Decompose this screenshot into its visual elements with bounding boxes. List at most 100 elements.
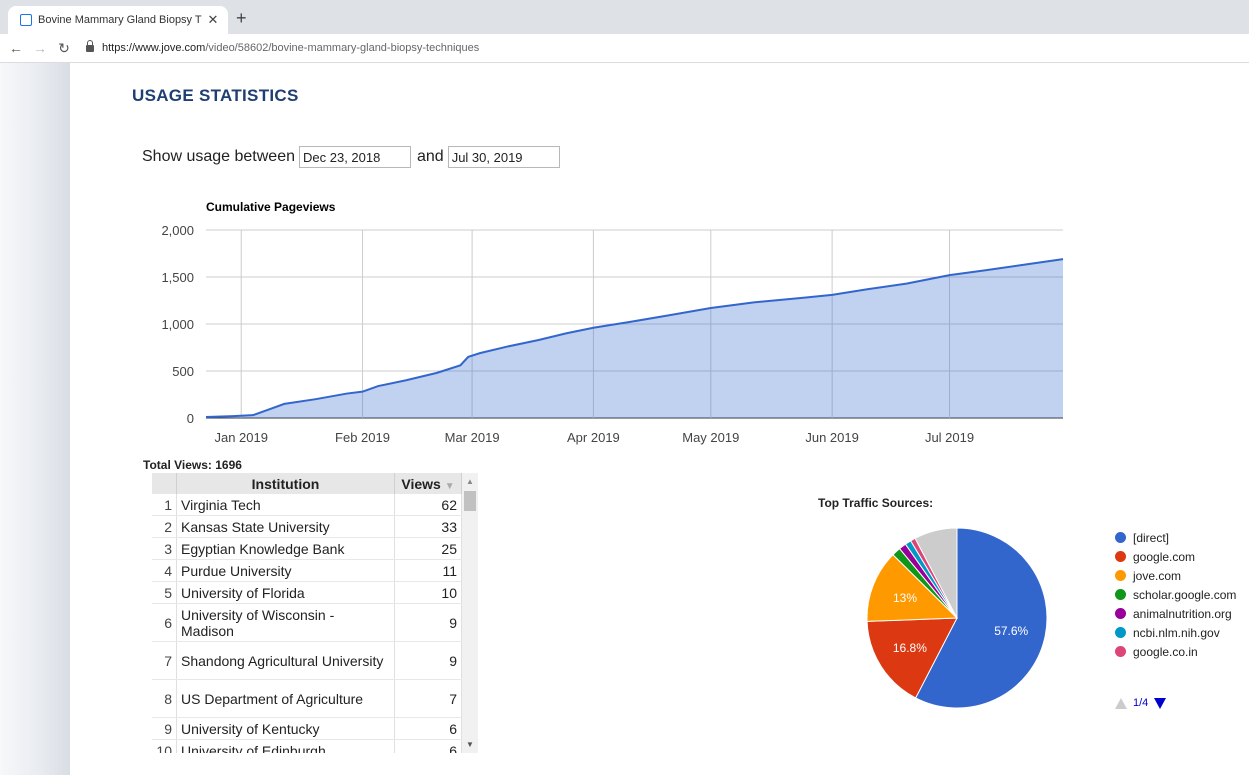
table-row[interactable]: 6 University of Wisconsin - Madison 9 (152, 603, 462, 642)
row-views: 9 (394, 603, 462, 642)
browser-tab[interactable]: Bovine Mammary Gland Biopsy T ✕ (8, 6, 228, 34)
url-host: https://www.jove.com (102, 42, 206, 54)
legend-label: google.com (1133, 549, 1196, 564)
row-institution: University of Florida (176, 581, 395, 604)
back-arrow-icon[interactable]: ← (8, 40, 24, 56)
x-tick-label: Apr 2019 (567, 430, 620, 445)
row-institution: Purdue University (176, 559, 395, 582)
row-rank: 6 (152, 603, 177, 642)
row-rank: 2 (152, 515, 177, 538)
left-gutter (0, 63, 70, 775)
row-institution: University of Kentucky (176, 717, 395, 740)
row-institution: Kansas State University (176, 515, 395, 538)
table-row[interactable]: 8 US Department of Agriculture 7 (152, 679, 462, 718)
legend-label: jove.com (1133, 568, 1182, 583)
browser-tab-bar: Bovine Mammary Gland Biopsy T ✕ + (0, 0, 1249, 34)
x-tick-label: Mar 2019 (445, 430, 500, 445)
scroll-down-icon[interactable]: ▼ (466, 740, 474, 749)
pie-slice-label: 57.6% (994, 624, 1028, 638)
lock-icon (86, 39, 94, 52)
legend-page-text: 1/4 (1133, 697, 1149, 709)
legend-label: scholar.google.com (1133, 587, 1237, 602)
legend-item[interactable]: [direct] (1115, 528, 1236, 547)
row-rank: 5 (152, 581, 177, 604)
table-row[interactable]: 4 Purdue University 11 (152, 559, 462, 582)
pie-legend: [direct] google.com jove.com scholar.google… (1115, 528, 1236, 661)
table-row[interactable]: 9 University of Kentucky 6 (152, 717, 462, 740)
scroll-up-icon[interactable]: ▲ (466, 477, 474, 486)
pie-slice-label: 13% (893, 591, 917, 605)
table-row[interactable]: 10 University of Edinburgh 6 (152, 739, 462, 753)
row-views: 33 (394, 515, 462, 538)
institution-header[interactable]: Institution (176, 473, 395, 494)
legend-dot-icon (1115, 570, 1126, 581)
rank-header (152, 473, 177, 494)
end-date-input[interactable] (447, 146, 560, 168)
legend-label: google.co.in (1133, 644, 1198, 659)
row-institution: University of Wisconsin - Madison (176, 603, 395, 642)
legend-label: [direct] (1133, 530, 1170, 545)
tab-title: Bovine Mammary Gland Biopsy T (38, 14, 202, 26)
legend-dot-icon (1115, 646, 1126, 657)
row-institution: University of Edinburgh (176, 739, 395, 753)
cumulative-pageviews-chart: Cumulative Pageviews 0 500 1,000 1,500 2,000 J… (161, 200, 1064, 445)
table-row[interactable]: 3 Egyptian Knowledge Bank 25 (152, 537, 462, 560)
scrollbar-thumb[interactable] (464, 491, 476, 511)
row-rank: 3 (152, 537, 177, 560)
reload-icon[interactable]: ↻ (56, 40, 72, 57)
x-tick-label: Jul 2019 (925, 430, 974, 445)
legend-prev-icon[interactable] (1115, 697, 1127, 709)
legend-item[interactable]: ncbi.nlm.nih.gov (1115, 623, 1236, 642)
range-and-label: and (417, 148, 444, 165)
table-row[interactable]: 2 Kansas State University 33 (152, 515, 462, 538)
legend-label: animalnutrition.org (1133, 606, 1232, 621)
y-tick-label: 2,000 (161, 223, 194, 238)
row-views: 25 (394, 537, 462, 560)
row-views: 7 (394, 679, 462, 718)
y-tick-label: 500 (172, 364, 194, 379)
table-row[interactable]: 5 University of Florida 10 (152, 581, 462, 604)
legend-dot-icon (1115, 551, 1126, 562)
range-label: Show usage between (142, 148, 295, 165)
close-tab-icon[interactable]: ✕ (204, 12, 222, 28)
row-views: 10 (394, 581, 462, 604)
row-rank: 4 (152, 559, 177, 582)
row-views: 6 (394, 739, 462, 753)
address-bar: ← → ↻ https://www.jove.com/video/58602/b… (0, 34, 1249, 63)
url-field[interactable]: https://www.jove.com/video/58602/bovine-… (102, 42, 479, 54)
row-rank: 1 (152, 494, 177, 516)
page-favicon-icon (20, 14, 32, 26)
row-institution: Virginia Tech (176, 494, 395, 516)
row-views: 6 (394, 717, 462, 740)
table-row[interactable]: 1 Virginia Tech 62 (152, 494, 462, 516)
x-tick-label: May 2019 (682, 430, 739, 445)
traffic-sources-pie: 57.6% 16.8% 13% (866, 527, 1048, 709)
table-row[interactable]: 7 Shandong Agricultural University 9 (152, 641, 462, 680)
row-rank: 7 (152, 641, 177, 680)
forward-arrow-icon[interactable]: → (32, 40, 48, 56)
table-scrollbar[interactable]: ▲ ▼ (462, 473, 478, 753)
legend-dot-icon (1115, 589, 1126, 600)
legend-item[interactable]: google.com (1115, 547, 1236, 566)
legend-item[interactable]: scholar.google.com (1115, 585, 1236, 604)
legend-dot-icon (1115, 627, 1126, 638)
legend-dot-icon (1115, 532, 1126, 543)
legend-item[interactable]: jove.com (1115, 566, 1236, 585)
legend-label: ncbi.nlm.nih.gov (1133, 625, 1220, 640)
row-views: 62 (394, 494, 462, 516)
row-views: 9 (394, 641, 462, 680)
legend-next-icon[interactable] (1154, 697, 1167, 709)
legend-item[interactable]: google.co.in (1115, 642, 1236, 661)
views-header[interactable]: Views ▼ (394, 473, 462, 494)
y-tick-label: 1,500 (161, 270, 194, 285)
new-tab-icon[interactable]: + (236, 8, 247, 29)
row-institution: US Department of Agriculture (176, 679, 395, 718)
sort-desc-icon: ▼ (444, 480, 455, 492)
start-date-input[interactable] (299, 146, 411, 168)
pageviews-area (206, 259, 1063, 418)
institution-table: Institution Views ▼ 1 Virginia Tech 62 2 Kan… (152, 473, 478, 753)
y-tick-label: 0 (187, 411, 194, 426)
legend-item[interactable]: animalnutrition.org (1115, 604, 1236, 623)
x-tick-label: Jun 2019 (805, 430, 859, 445)
row-rank: 8 (152, 679, 177, 718)
